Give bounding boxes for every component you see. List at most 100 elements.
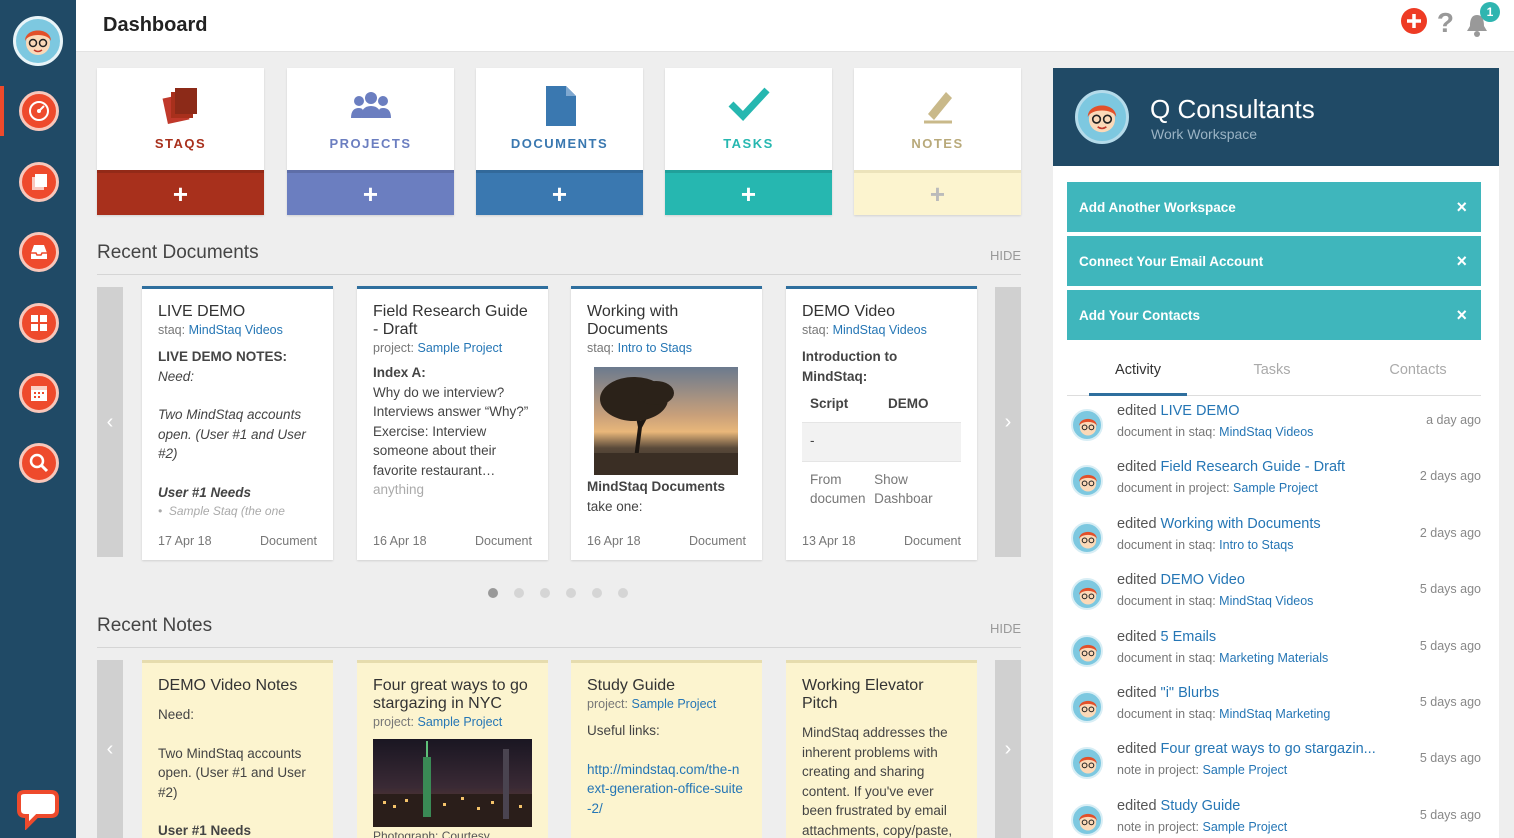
card-text: Why do we interview? Interviews answer “…: [373, 384, 529, 420]
workspace-avatar[interactable]: [1075, 90, 1129, 144]
card-text: • Sample Staq (the one: [158, 504, 285, 518]
activity-context-link[interactable]: Sample Project: [1233, 481, 1318, 495]
carousel-dot[interactable]: [514, 588, 524, 598]
activity-item-link[interactable]: "i" Blurbs: [1161, 685, 1220, 701]
activity-context-link[interactable]: Sample Project: [1202, 763, 1287, 777]
people-icon: [349, 84, 393, 128]
carousel-dot[interactable]: [618, 588, 628, 598]
activity-context: note in project: Sample Project: [1117, 763, 1287, 777]
tile-projects[interactable]: PROJECTS +: [287, 68, 454, 215]
activity-context-link[interactable]: MindStaq Videos: [1219, 594, 1313, 608]
hide-documents-link[interactable]: HIDE: [990, 248, 1021, 263]
carousel-dot[interactable]: [488, 588, 498, 598]
carousel-dots: [488, 588, 628, 598]
close-icon[interactable]: ×: [1456, 305, 1467, 326]
tile-documents[interactable]: DOCUMENTS +: [476, 68, 643, 215]
add-staq-button[interactable]: +: [97, 170, 264, 215]
hide-notes-link[interactable]: HIDE: [990, 621, 1021, 636]
note-card[interactable]: Working Elevator Pitch MindStaq addresse…: [786, 660, 977, 838]
avatar: [1071, 578, 1103, 611]
note-card[interactable]: Four great ways to go stargazing in NYC …: [357, 660, 548, 838]
top-bar: Dashboard ? 1: [76, 0, 1514, 52]
document-card[interactable]: Field Research Guide - Draft project: Sa…: [357, 286, 548, 560]
tile-tasks[interactable]: TASKS +: [665, 68, 832, 215]
activity-item[interactable]: edited Field Research Guide - Draft docum…: [1053, 459, 1499, 515]
activity-context-link[interactable]: MindStaq Videos: [1219, 425, 1313, 439]
activity-item[interactable]: edited 5 Emails document in staq: Marketi…: [1053, 629, 1499, 685]
card-project-link[interactable]: Sample Project: [417, 341, 502, 355]
activity-context-label: document in staq:: [1117, 707, 1216, 721]
search-icon[interactable]: [19, 443, 59, 483]
tab-contacts[interactable]: Contacts: [1373, 356, 1463, 396]
workspace-name[interactable]: Q Consultants: [1150, 94, 1315, 125]
card-staq-link[interactable]: MindStaq Videos: [833, 323, 927, 337]
activity-context-link[interactable]: Sample Project: [1202, 820, 1287, 834]
note-url-link[interactable]: http://mindstaq.com/the-next-generation-…: [587, 760, 746, 819]
activity-verb: edited: [1117, 628, 1157, 645]
activity-item-link[interactable]: 5 Emails: [1161, 629, 1217, 645]
activity-context-link[interactable]: Marketing Materials: [1219, 651, 1328, 665]
tile-staqs[interactable]: STAQS +: [97, 68, 264, 215]
activity-item-link[interactable]: Study Guide: [1161, 798, 1241, 814]
activity-item-link[interactable]: Field Research Guide - Draft: [1161, 459, 1346, 475]
card-staq-link[interactable]: MindStaq Videos: [189, 323, 283, 337]
dashboard-gauge-icon[interactable]: [19, 91, 59, 131]
note-project-link[interactable]: Sample Project: [417, 715, 502, 729]
document-card[interactable]: DEMO Video staq: MindStaq Videos Introdu…: [786, 286, 977, 560]
activity-time: 2 days ago: [1419, 525, 1481, 540]
document-card[interactable]: Working with Documents staq: Intro to St…: [571, 286, 762, 560]
add-workspace-banner[interactable]: Add Another Workspace ×: [1067, 182, 1481, 232]
carousel-dot[interactable]: [592, 588, 602, 598]
activity-item-link[interactable]: LIVE DEMO: [1161, 403, 1240, 419]
activity-item[interactable]: edited Working with Documents document in…: [1053, 516, 1499, 572]
note-project-link[interactable]: Sample Project: [631, 697, 716, 711]
chat-icon[interactable]: [15, 790, 61, 835]
tab-activity[interactable]: Activity: [1089, 356, 1187, 396]
activity-item[interactable]: edited LIVE DEMO document in staq: MindSt…: [1053, 403, 1499, 459]
help-icon[interactable]: ?: [1437, 7, 1454, 39]
activity-item-link[interactable]: Working with Documents: [1161, 516, 1321, 532]
card-staq-link[interactable]: Intro to Staqs: [618, 341, 692, 355]
activity-item-link[interactable]: DEMO Video: [1161, 572, 1245, 588]
note-card[interactable]: DEMO Video Notes Need: Two MindStaq acco…: [142, 660, 333, 838]
carousel-dot[interactable]: [540, 588, 550, 598]
chevron-right-icon[interactable]: ›: [995, 660, 1021, 838]
checkmark-icon: [727, 84, 771, 128]
activity-context-link[interactable]: MindStaq Marketing: [1219, 707, 1330, 721]
connect-email-banner[interactable]: Connect Your Email Account ×: [1067, 236, 1481, 286]
activity-context: document in staq: MindStaq Marketing: [1117, 707, 1330, 721]
document-card[interactable]: LIVE DEMO staq: MindStaq Videos LIVE DEM…: [142, 286, 333, 560]
note-card[interactable]: Study Guide project: Sample Project Usef…: [571, 660, 762, 838]
activity-item[interactable]: edited DEMO Video document in staq: MindS…: [1053, 572, 1499, 628]
activity-item-link[interactable]: Four great ways to go stargazin...: [1161, 741, 1376, 757]
activity-context-label: document in staq:: [1117, 594, 1216, 609]
avatar[interactable]: [13, 16, 63, 66]
calendar-icon[interactable]: [19, 373, 59, 413]
staqs-icon[interactable]: [19, 162, 59, 202]
inbox-icon[interactable]: [19, 232, 59, 272]
add-project-button[interactable]: +: [287, 170, 454, 215]
chevron-left-icon[interactable]: ‹: [97, 660, 123, 838]
add-icon[interactable]: [1399, 6, 1429, 41]
add-task-button[interactable]: +: [665, 170, 832, 215]
apps-grid-icon[interactable]: [19, 303, 59, 343]
activity-item[interactable]: edited Four great ways to go stargazin..…: [1053, 741, 1499, 797]
carousel-dot[interactable]: [566, 588, 576, 598]
activity-context-link[interactable]: Intro to Staqs: [1219, 538, 1293, 552]
activity-item[interactable]: edited Study Guide note in project: Sampl…: [1053, 798, 1499, 838]
close-icon[interactable]: ×: [1456, 251, 1467, 272]
chevron-left-icon[interactable]: ‹: [97, 287, 123, 557]
chevron-right-icon[interactable]: ›: [995, 287, 1021, 557]
activity-context-label: note in project:: [1117, 819, 1199, 834]
add-note-button[interactable]: +: [854, 170, 1021, 215]
doc-table-header: Script DEMO: [802, 386, 961, 423]
bell-icon[interactable]: 1: [1462, 2, 1500, 40]
recent-notes-title: Recent Notes: [97, 615, 213, 636]
close-icon[interactable]: ×: [1456, 197, 1467, 218]
card-text: Two MindStaq accounts open. (User #1 and…: [158, 407, 306, 461]
tab-tasks[interactable]: Tasks: [1227, 356, 1317, 396]
activity-item[interactable]: edited "i" Blurbs document in staq: MindS…: [1053, 685, 1499, 741]
add-contacts-banner[interactable]: Add Your Contacts ×: [1067, 290, 1481, 340]
add-document-button[interactable]: +: [476, 170, 643, 215]
tile-notes[interactable]: NOTES +: [854, 68, 1021, 215]
